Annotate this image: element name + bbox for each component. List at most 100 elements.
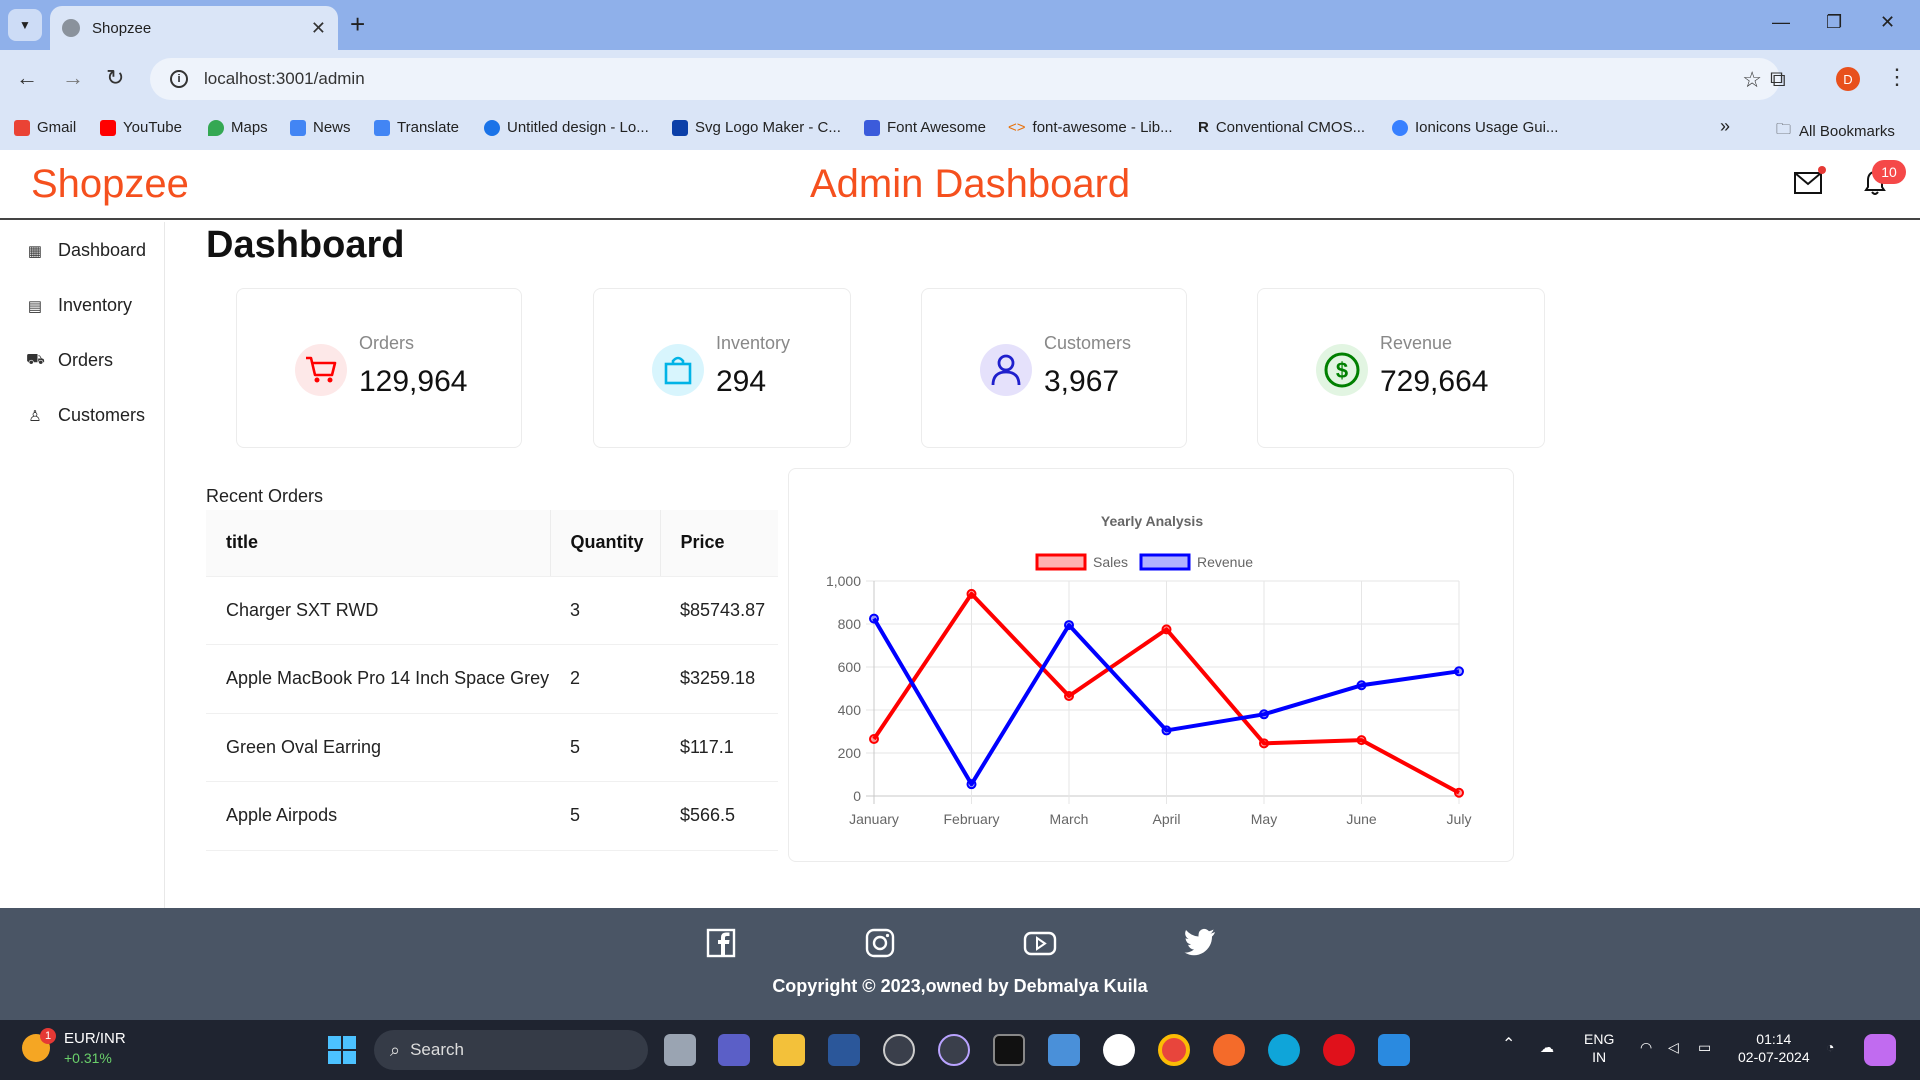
bookmark-translate[interactable]: Translate	[374, 119, 459, 136]
close-window-icon[interactable]: ✕	[1880, 12, 1895, 33]
task-view-icon[interactable]	[664, 1034, 696, 1066]
twitter-icon[interactable]	[1184, 928, 1216, 956]
sidebar-item-label: Dashboard	[58, 240, 147, 260]
bookmark-font-awesome[interactable]: Font Awesome	[864, 119, 986, 136]
profile-avatar[interactable]: D	[1836, 67, 1860, 91]
sidebar-item-customers[interactable]: ♙ Customers	[26, 405, 145, 426]
instagram-icon[interactable]	[865, 928, 895, 958]
youtube-icon[interactable]	[1023, 928, 1057, 958]
mongodb-compass-icon[interactable]	[1103, 1034, 1135, 1066]
bookmark-label: News	[313, 119, 351, 136]
file-explorer-icon[interactable]	[773, 1034, 805, 1066]
recent-orders-table: title Quantity Price Charger SXT RWD 3 $…	[206, 510, 778, 851]
data-point-revenue	[1064, 620, 1074, 631]
table-row[interactable]: Charger SXT RWD 3 $85743.87	[206, 576, 778, 645]
all-bookmarks-label: All Bookmarks	[1799, 123, 1895, 140]
table-row[interactable]: Apple Airpods 5 $566.5	[206, 781, 778, 851]
vscode-icon[interactable]	[1378, 1034, 1410, 1066]
x-tick-label: April	[1152, 811, 1180, 827]
notification-center-icon[interactable]: ◔	[1826, 1038, 1834, 1056]
restore-icon[interactable]: ❐	[1826, 12, 1842, 33]
bookmark-youtube[interactable]: YouTube	[100, 119, 182, 136]
bookmark-ionicons[interactable]: Ionicons Usage Gui...	[1392, 119, 1558, 136]
browser-tab[interactable]: Shopzee ✕	[50, 6, 338, 50]
brand-logo[interactable]: Shopzee	[31, 162, 189, 207]
back-icon[interactable]: ←	[16, 66, 38, 90]
sidebar-item-orders[interactable]: ⛟ Orders	[26, 350, 113, 371]
volume-icon[interactable]: ◁	[1668, 1038, 1679, 1056]
x-tick-label: March	[1050, 811, 1089, 827]
table-row[interactable]: Green Oval Earring 5 $117.1	[206, 713, 778, 782]
extensions-icon[interactable]: ⧉	[1770, 66, 1786, 92]
cart-icon	[295, 344, 347, 396]
sidebar-item-dashboard[interactable]: ▦ Dashboard	[26, 240, 146, 261]
facebook-icon[interactable]	[706, 928, 736, 958]
opera-icon[interactable]	[1323, 1034, 1355, 1066]
edge-icon[interactable]	[1268, 1034, 1300, 1066]
browser-menu-icon[interactable]: ⋮	[1886, 64, 1908, 90]
tab-search-button[interactable]: ▼	[8, 9, 42, 41]
clock[interactable]: 01:14 02-07-2024	[1738, 1030, 1810, 1066]
table-row[interactable]: Apple MacBook Pro 14 Inch Space Grey 2 $…	[206, 644, 778, 714]
cell-quantity: 5	[550, 781, 660, 851]
bookmark-canva[interactable]: Untitled design - Lo...	[484, 119, 649, 136]
all-bookmarks[interactable]: 🗀 All Bookmarks	[1776, 119, 1895, 144]
app-header: Shopzee Admin Dashboard 10	[0, 150, 1920, 220]
word-icon[interactable]	[828, 1034, 860, 1066]
bookmark-cmos[interactable]: R Conventional CMOS...	[1198, 119, 1365, 136]
y-tick-label: 800	[838, 616, 862, 632]
data-point-sales	[1161, 624, 1172, 635]
stat-card-inventory: Inventory 294	[593, 288, 851, 448]
bookmark-svg-logo-maker[interactable]: Svg Logo Maker - C...	[672, 119, 841, 136]
bookmark-star-icon[interactable]: ☆	[1742, 67, 1762, 93]
dell-icon[interactable]	[883, 1034, 915, 1066]
sidebar-item-inventory[interactable]: ▤ Inventory	[26, 295, 132, 316]
bookmark-label: Conventional CMOS...	[1215, 119, 1366, 136]
data-point-sales	[1356, 735, 1367, 746]
windows-start-icon[interactable]	[328, 1036, 356, 1064]
column-header-price[interactable]: Price	[660, 510, 778, 577]
data-point-sales	[1259, 738, 1269, 749]
bookmark-gmail[interactable]: Gmail	[14, 119, 76, 136]
close-tab-icon[interactable]: ✕	[311, 18, 326, 39]
show-hidden-icons[interactable]: ⌃	[1502, 1036, 1515, 1054]
data-point-revenue	[1161, 725, 1172, 736]
footer: Copyright © 2023,owned by Debmalya Kuila	[0, 908, 1920, 1020]
postman-icon[interactable]	[1213, 1034, 1245, 1066]
onedrive-icon[interactable]: ☁	[1540, 1038, 1554, 1056]
terminal-icon[interactable]	[993, 1034, 1025, 1066]
battery-icon[interactable]: ▭	[1698, 1038, 1711, 1056]
column-header-quantity[interactable]: Quantity	[550, 510, 661, 577]
cell-price: $566.5	[660, 781, 778, 851]
sidebar-item-label: Inventory	[58, 295, 133, 315]
globe-icon	[62, 19, 80, 37]
taskbar-search[interactable]: ⌕ Search	[374, 1030, 648, 1070]
mail-icon[interactable]	[1794, 172, 1822, 194]
site-info-icon[interactable]: i	[170, 70, 188, 88]
more-bookmarks-icon[interactable]: »	[1720, 116, 1730, 137]
language-code: ENG	[1584, 1031, 1615, 1047]
stat-label: Inventory	[716, 333, 791, 353]
address-bar[interactable]: i localhost:3001/admin ☆	[150, 58, 1780, 100]
search-icon: ⌕	[390, 1039, 401, 1060]
data-point-sales	[966, 588, 977, 599]
new-tab-icon[interactable]: +	[350, 10, 365, 38]
language-indicator[interactable]: ENG IN	[1584, 1030, 1614, 1066]
minimize-icon[interactable]: —	[1772, 12, 1790, 33]
bookmark-maps[interactable]: Maps	[208, 119, 268, 136]
chrome-icon[interactable]	[1158, 1034, 1190, 1066]
teams-icon[interactable]	[718, 1034, 750, 1066]
bookmark-font-awesome-lib[interactable]: <> font-awesome - Lib...	[1008, 119, 1173, 136]
y-tick-label: 200	[838, 745, 862, 761]
media-player-icon[interactable]	[938, 1034, 970, 1066]
bookmark-news[interactable]: News	[290, 119, 351, 136]
mail-app-icon[interactable]	[1048, 1034, 1080, 1066]
copilot-icon[interactable]	[1864, 1034, 1896, 1066]
bookmark-label: Untitled design - Lo...	[507, 119, 649, 136]
wifi-icon[interactable]: ◠	[1640, 1038, 1652, 1056]
column-header-title[interactable]: title	[206, 510, 551, 577]
reload-icon[interactable]: ↻	[106, 66, 124, 90]
forward-icon[interactable]: →	[62, 66, 84, 90]
y-tick-label: 400	[838, 702, 862, 718]
clock-date: 02-07-2024	[1738, 1049, 1810, 1065]
